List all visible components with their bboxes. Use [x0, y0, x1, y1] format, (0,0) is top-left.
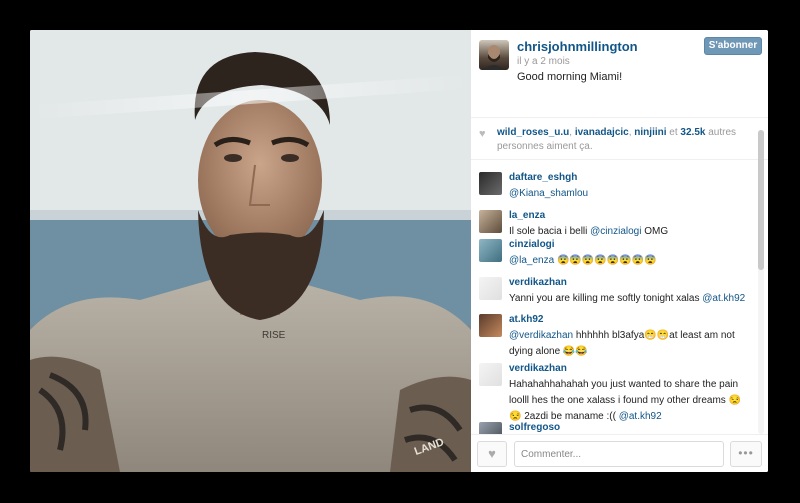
comment-text: Hahahahhahahah you just wanted to share …	[509, 377, 749, 425]
comment-username[interactable]: la_enza	[509, 210, 545, 221]
comment-item: at.kh92 @verdikazhan hhhhhh bl3afya😁😁at l…	[471, 314, 756, 362]
post-header: chrisjohnmillington il y a 2 mois Good m…	[471, 30, 768, 118]
comment-text-segment: OMG	[641, 226, 669, 237]
comment-text-segment: Il sole bacia i belli	[509, 226, 591, 237]
comment-username[interactable]: at.kh92	[509, 314, 543, 325]
avatar[interactable]	[479, 40, 509, 70]
mention-link[interactable]: @at.kh92	[619, 411, 662, 422]
likes-count[interactable]: 32.5k	[680, 127, 705, 138]
comment-text-segment: Yanni you are killing me softly tonight …	[509, 293, 703, 304]
comment-avatar[interactable]	[479, 172, 502, 195]
follow-button[interactable]: S'abonner	[704, 37, 762, 55]
comment-username[interactable]: cinzialogi	[509, 239, 555, 250]
comment-text-segment: 😨😨😨😨😨😨😨😨	[554, 255, 657, 266]
shirt-text: RISE	[262, 330, 286, 341]
like-button[interactable]: ♥	[477, 441, 507, 467]
post-timestamp[interactable]: il y a 2 mois	[517, 56, 570, 67]
comment-username[interactable]: daftare_eshgh	[509, 172, 577, 183]
comment-username[interactable]: verdikazhan	[509, 277, 567, 288]
liker-link[interactable]: ninjiini	[634, 127, 666, 138]
comments-list[interactable]: daftare_eshgh @Kiana_shamlou la_enza Il sol…	[471, 166, 768, 436]
comment-avatar[interactable]	[479, 277, 502, 300]
comment-avatar[interactable]	[479, 363, 502, 386]
liker-link[interactable]: ivanadajcic	[575, 127, 629, 138]
comment-username[interactable]: verdikazhan	[509, 363, 567, 374]
comment-composer: ♥ •••	[471, 434, 768, 472]
avatar-image	[484, 45, 504, 70]
comments-scrollbar[interactable]	[758, 130, 764, 434]
likes-and: et	[666, 127, 681, 138]
comment-input[interactable]	[514, 441, 724, 467]
comment-avatar[interactable]	[479, 239, 502, 262]
post-side-panel: chrisjohnmillington il y a 2 mois Good m…	[471, 30, 768, 472]
post-modal: LAND RISE chrisjohnmillington il y a 2 m…	[30, 30, 768, 472]
scrollbar-thumb[interactable]	[758, 130, 764, 270]
comment-text: @Kiana_shamlou	[509, 186, 749, 202]
liker-link[interactable]: wild_roses_u.u	[497, 127, 569, 138]
more-options-button[interactable]: •••	[730, 441, 762, 467]
comment-text: @la_enza 😨😨😨😨😨😨😨😨	[509, 253, 749, 269]
mention-link[interactable]: @Kiana_shamlou	[509, 188, 588, 199]
post-photo[interactable]: LAND RISE	[30, 30, 471, 472]
comment-username[interactable]: solfregoso	[509, 422, 560, 433]
mention-link[interactable]: @la_enza	[509, 255, 554, 266]
heart-icon: ♥	[488, 446, 496, 461]
mention-link[interactable]: @verdikazhan	[509, 330, 573, 341]
comment-avatar[interactable]	[479, 314, 502, 337]
mention-link[interactable]: @cinzialogi	[590, 226, 641, 237]
mention-link[interactable]: @at.kh92	[702, 293, 745, 304]
heart-icon: ♥	[479, 128, 486, 140]
selfie-illustration: LAND RISE	[30, 30, 471, 472]
post-username[interactable]: chrisjohnmillington	[517, 39, 638, 54]
comment-text: Yanni you are killing me softly tonight …	[509, 291, 749, 307]
likes-summary: ♥ wild_roses_u.u, ivanadajcic, ninjiini …	[471, 126, 768, 160]
comment-text: Il sole bacia i belli @cinzialogi OMG	[509, 224, 749, 240]
comment-avatar[interactable]	[479, 210, 502, 233]
comment-text: @verdikazhan hhhhhh bl3afya😁😁at least am…	[509, 328, 749, 360]
comment-item: verdikazhan Hahahahhahahah you just wante…	[471, 363, 756, 422]
post-caption: Good morning Miami!	[517, 71, 623, 83]
